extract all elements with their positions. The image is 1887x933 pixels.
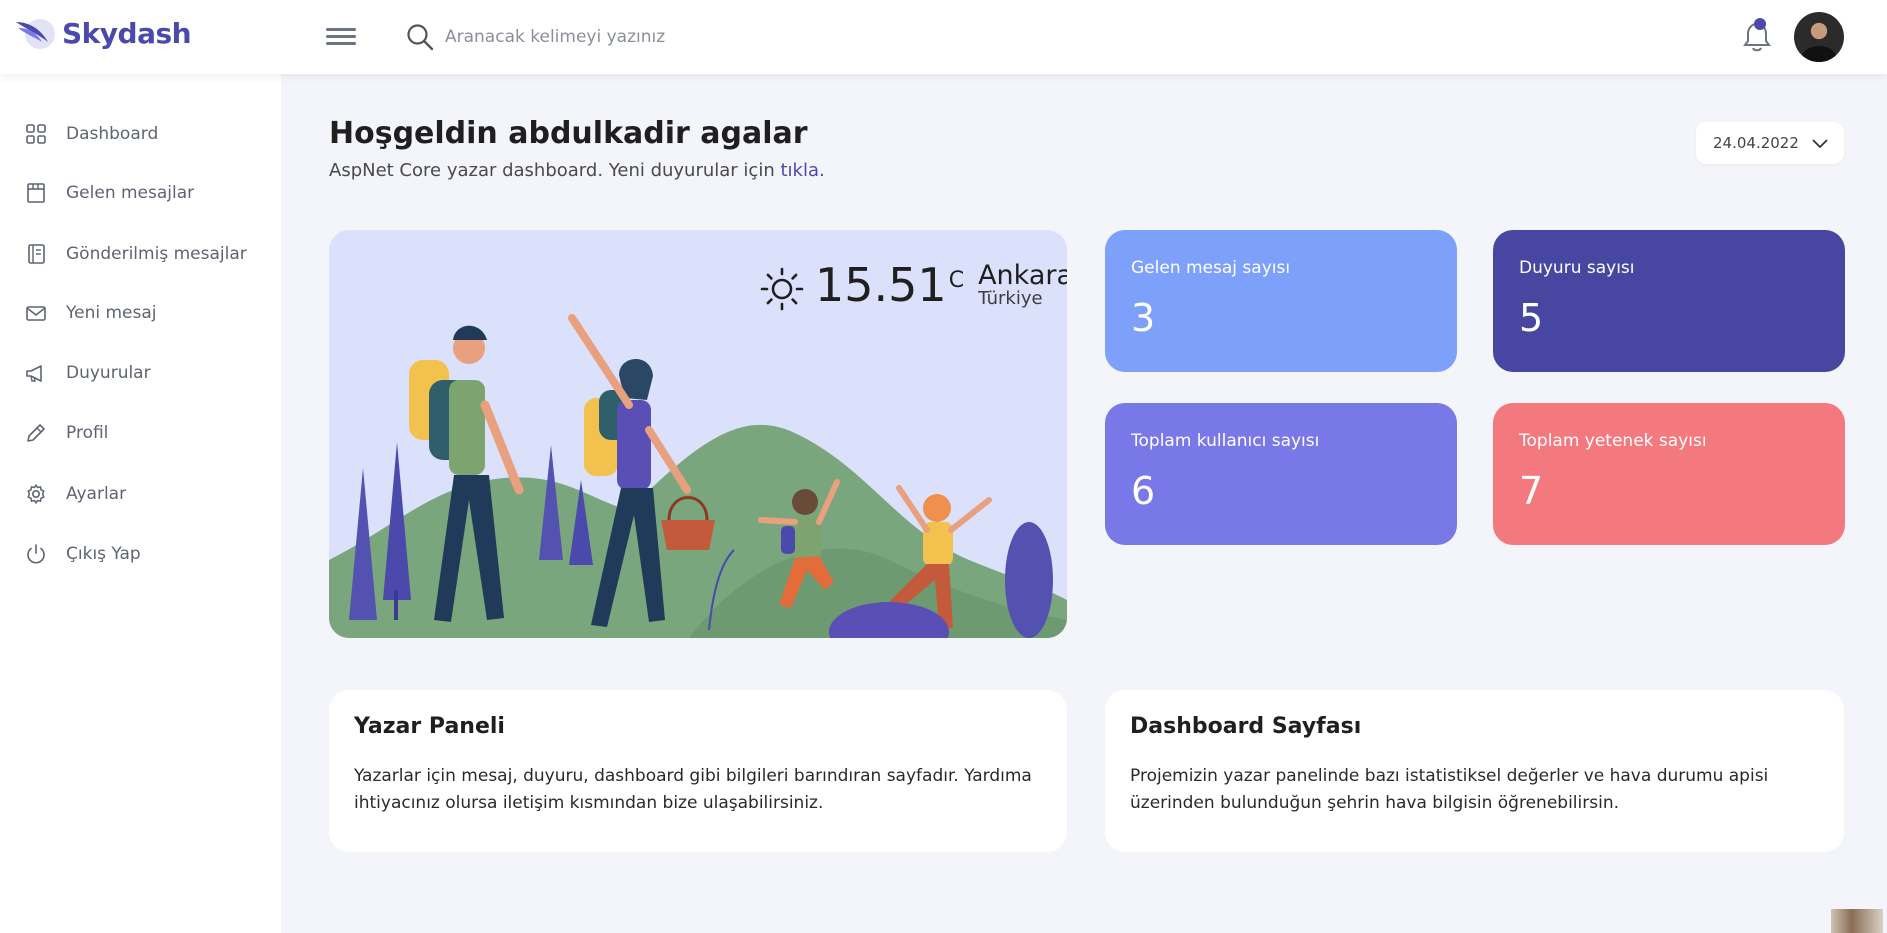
sidebar-item-dashboard[interactable]: Dashboard <box>24 122 158 146</box>
hamburger-icon <box>326 28 356 31</box>
weather-temperature: 15.51 <box>815 258 947 312</box>
info-card-title: Dashboard Sayfası <box>1130 714 1362 739</box>
brand-logo-icon <box>16 19 55 49</box>
sidebar-item-duyurular[interactable]: Duyurular <box>24 361 151 385</box>
date-dropdown[interactable]: 24.04.2022 <box>1696 122 1844 164</box>
sidebar-item-cikis-yap[interactable]: Çıkış Yap <box>24 542 141 566</box>
sidebar-item-label: Çıkış Yap <box>66 544 141 564</box>
info-card-dashboard-page: Dashboard Sayfası Projemizin yazar panel… <box>1105 690 1844 852</box>
notification-badge <box>1754 18 1766 30</box>
stat-value: 7 <box>1519 469 1544 513</box>
sidebar-item-gonderilmis-mesajlar[interactable]: Gönderilmiş mesajlar <box>24 242 247 266</box>
grid-icon <box>26 124 46 144</box>
weather-location: Ankara Türkiye <box>978 262 1067 309</box>
stat-card-incoming-messages: Gelen mesaj sayısı 3 <box>1105 230 1457 372</box>
page-title: Hoşgeldin abdulkadir agalar <box>329 116 808 151</box>
sidebar-item-label: Gelen mesajlar <box>66 183 195 203</box>
stat-label: Toplam yetenek sayısı <box>1519 431 1707 451</box>
sidebar: Dashboard Gelen mesajlar Gönderilmiş mes… <box>0 74 281 933</box>
hamburger-icon-line <box>326 35 356 38</box>
book-icon <box>28 244 45 264</box>
info-card-title: Yazar Paneli <box>354 714 505 739</box>
sidebar-item-label: Yeni mesaj <box>66 303 157 323</box>
stat-value: 6 <box>1131 469 1156 513</box>
weather-city: Ankara <box>978 260 1067 291</box>
announcements-link[interactable]: tıkla. <box>780 160 824 181</box>
power-icon <box>27 544 45 564</box>
brand[interactable]: Skydash <box>14 12 192 54</box>
page-subtitle-text: AspNet Core yazar dashboard. Yeni duyuru… <box>329 160 775 181</box>
weather-widget: 15.51 C Ankara Türkiye <box>759 262 1067 312</box>
sidebar-item-yeni-mesaj[interactable]: Yeni mesaj <box>24 301 157 325</box>
weather-card: 15.51 C Ankara Türkiye <box>329 230 1067 638</box>
pencil-icon <box>27 424 45 442</box>
sidebar-item-ayarlar[interactable]: Ayarlar <box>24 482 126 506</box>
sidebar-item-label: Ayarlar <box>66 484 127 504</box>
hamburger-icon-line <box>326 42 356 45</box>
sidebar-item-label: Duyurular <box>66 363 151 383</box>
sidebar-item-label: Dashboard <box>66 124 159 144</box>
brand-name: Skydash <box>62 16 192 50</box>
webcam-overlay <box>1831 909 1883 933</box>
gear-icon <box>27 484 45 504</box>
sidebar-item-label: Profil <box>66 423 109 443</box>
menu-toggle-button[interactable] <box>326 24 356 52</box>
stat-label: Duyuru sayısı <box>1519 258 1635 278</box>
sidebar-item-label: Gönderilmiş mesajlar <box>66 244 247 264</box>
info-card-text: Yazarlar için mesaj, duyuru, dashboard g… <box>354 766 1032 813</box>
chevron-down-icon <box>1812 139 1828 149</box>
weather-country: Türkiye <box>978 288 1043 309</box>
stat-value: 3 <box>1131 296 1156 340</box>
stat-card-announcements: Duyuru sayısı 5 <box>1493 230 1845 372</box>
stat-label: Gelen mesaj sayısı <box>1131 258 1291 278</box>
info-card-author-panel: Yazar Paneli Yazarlar için mesaj, duyuru… <box>329 690 1067 852</box>
avatar[interactable] <box>1794 12 1844 62</box>
sidebar-item-profil[interactable]: Profil <box>24 421 108 445</box>
stat-card-total-skills: Toplam yetenek sayısı 7 <box>1493 403 1845 545</box>
info-card-text: Projemizin yazar panelinde bazı istatist… <box>1130 766 1769 813</box>
stat-card-total-users: Toplam kullanıcı sayısı 6 <box>1105 403 1457 545</box>
search-icon[interactable] <box>405 22 435 52</box>
stat-value: 5 <box>1519 296 1544 340</box>
sun-icon <box>760 267 804 311</box>
sidebar-item-gelen-mesajlar[interactable]: Gelen mesajlar <box>24 181 194 205</box>
inbox-icon <box>27 183 45 203</box>
megaphone-icon <box>26 365 42 382</box>
search-bar <box>405 22 845 52</box>
search-input[interactable] <box>445 27 845 47</box>
page-subtitle: AspNet Core yazar dashboard. Yeni duyuru… <box>329 160 825 181</box>
date-value: 24.04.2022 <box>1713 134 1799 152</box>
stat-label: Toplam kullanıcı sayısı <box>1131 431 1320 451</box>
weather-unit: C <box>948 268 965 293</box>
top-navbar: Skydash <box>0 0 1887 74</box>
mail-icon <box>26 306 46 321</box>
